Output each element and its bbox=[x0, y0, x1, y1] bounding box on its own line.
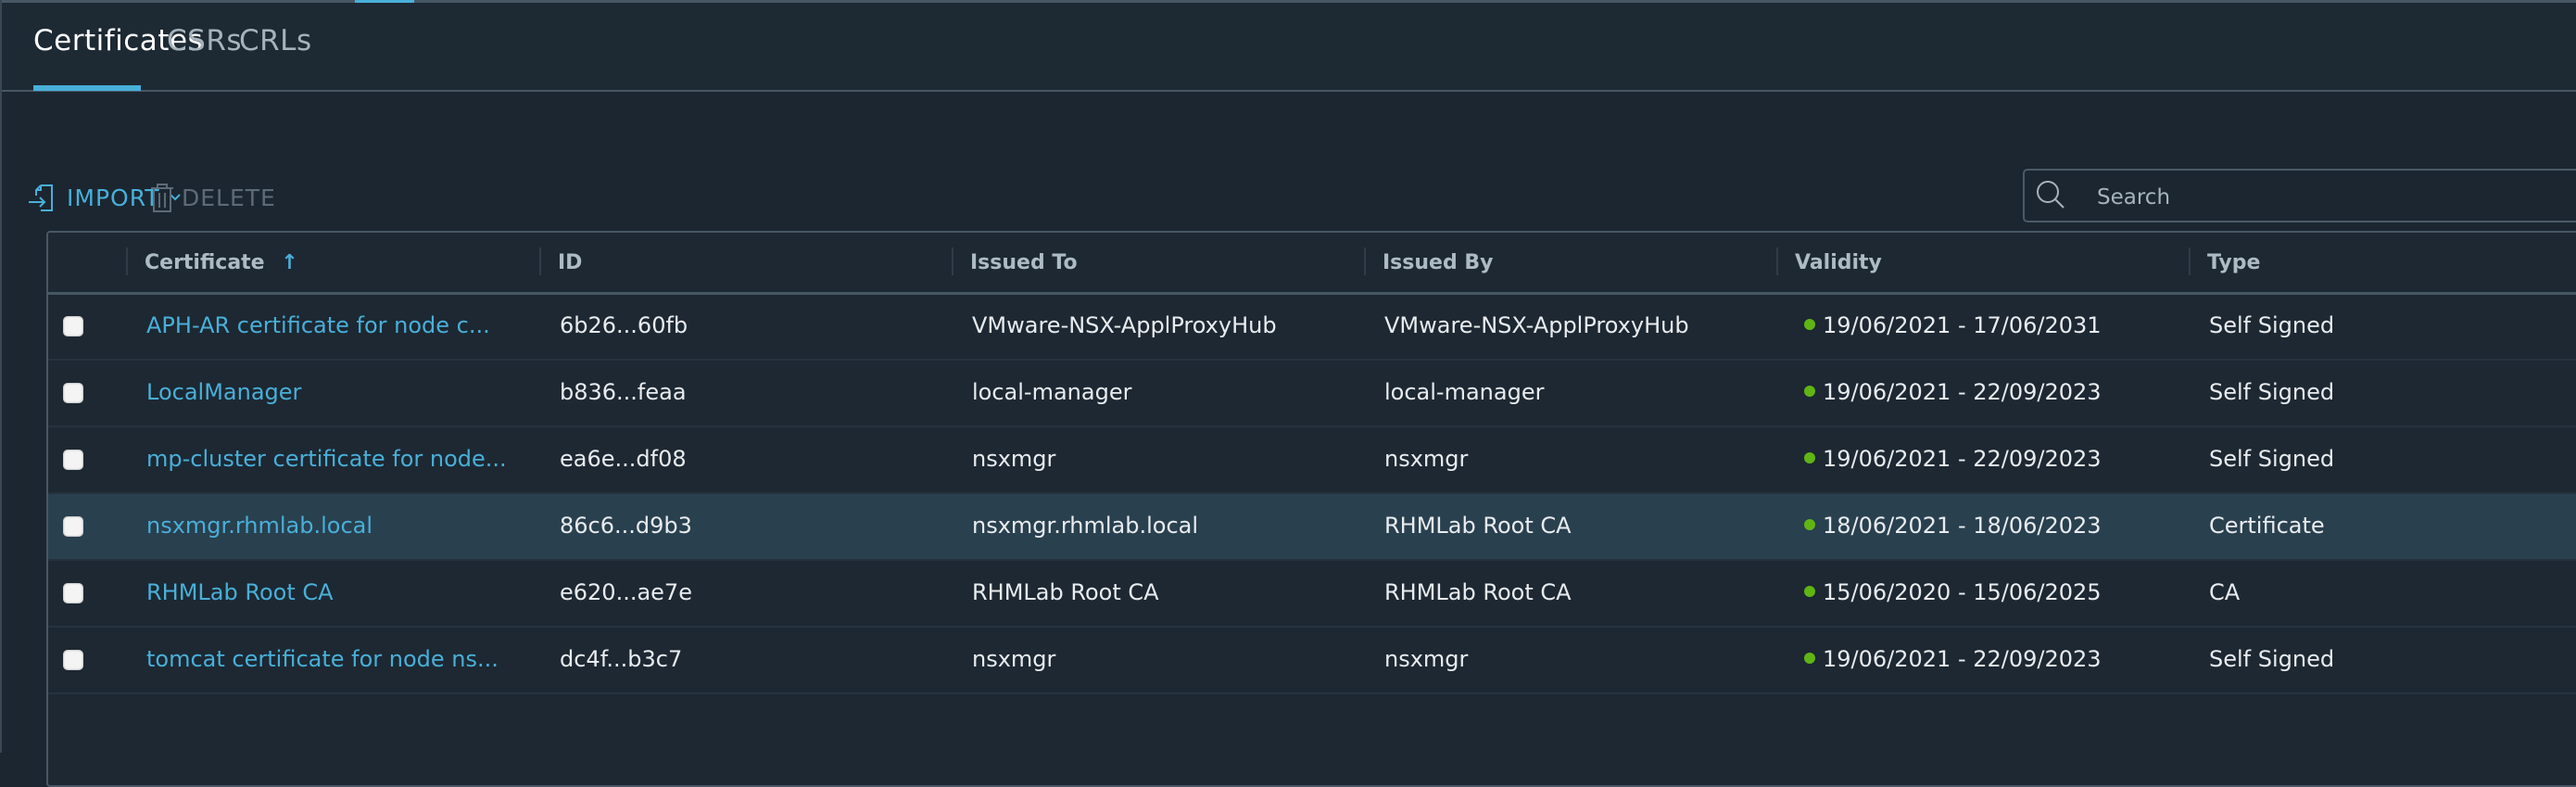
certificate-link[interactable]: LocalManager bbox=[146, 379, 301, 405]
issued-to: local-manager bbox=[972, 379, 1132, 405]
validity-range: 19/06/2021 - 22/09/2023 bbox=[1823, 379, 2102, 405]
valid-status-dot bbox=[1804, 452, 1815, 463]
table-row[interactable]: nsxmgr.rhmlab.local 86c6...d9b3 nsxmgr.rhm… bbox=[48, 494, 2576, 561]
column-header-validity[interactable]: Validity bbox=[1795, 251, 1882, 274]
trash-icon bbox=[151, 184, 173, 212]
issued-by: local-manager bbox=[1384, 379, 1545, 405]
active-tab-indicator bbox=[33, 85, 141, 91]
valid-status-dot bbox=[1804, 519, 1815, 530]
tab-bar: Certificates CSRs CRLs bbox=[0, 0, 2576, 92]
row-checkbox[interactable] bbox=[63, 650, 83, 670]
sort-ascending-icon[interactable]: ↑ bbox=[281, 251, 297, 274]
table-header: Certificate ↑ ID Issued To Issued By Val… bbox=[48, 233, 2576, 295]
import-icon bbox=[29, 184, 53, 211]
issued-to: nsxmgr.rhmlab.local bbox=[972, 513, 1199, 539]
delete-button[interactable]: DELETE bbox=[148, 182, 276, 213]
table-row[interactable]: tomcat certificate for node ns... dc4f...… bbox=[48, 628, 2576, 694]
column-separator bbox=[1776, 248, 1778, 275]
certificate-id: dc4f...b3c7 bbox=[560, 646, 683, 672]
certificate-id: 6b26...60fb bbox=[560, 312, 688, 338]
column-separator bbox=[952, 248, 953, 275]
certificate-link[interactable]: tomcat certificate for node ns... bbox=[146, 646, 499, 672]
column-header-certificate[interactable]: Certificate ↑ bbox=[145, 251, 298, 274]
certificate-id: e620...ae7e bbox=[560, 579, 692, 605]
column-header-issued-by[interactable]: Issued By bbox=[1383, 251, 1493, 274]
validity: 19/06/2021 - 22/09/2023 bbox=[1804, 446, 2102, 472]
column-header-label: Certificate bbox=[145, 251, 265, 274]
tab-csrs[interactable]: CSRs bbox=[167, 24, 242, 57]
column-header-issued-to[interactable]: Issued To bbox=[970, 251, 1078, 274]
column-separator bbox=[126, 248, 128, 275]
certificate-id: ea6e...df08 bbox=[560, 446, 687, 472]
issued-by: nsxmgr bbox=[1384, 446, 1469, 472]
certificate-type: Certificate bbox=[2209, 513, 2325, 539]
validity: 19/06/2021 - 22/09/2023 bbox=[1804, 379, 2102, 405]
row-checkbox[interactable] bbox=[63, 516, 83, 537]
certificate-link[interactable]: RHMLab Root CA bbox=[146, 579, 334, 605]
certificate-link[interactable]: nsxmgr.rhmlab.local bbox=[146, 513, 373, 539]
row-checkbox[interactable] bbox=[63, 583, 83, 603]
top-accent bbox=[355, 0, 414, 3]
validity-range: 19/06/2021 - 17/06/2031 bbox=[1823, 312, 2102, 338]
issued-by: RHMLab Root CA bbox=[1384, 513, 1572, 539]
validity-range: 15/06/2020 - 15/06/2025 bbox=[1823, 579, 2102, 605]
certificate-id: 86c6...d9b3 bbox=[560, 513, 692, 539]
tab-crls[interactable]: CRLs bbox=[239, 24, 312, 57]
row-checkbox[interactable] bbox=[63, 316, 83, 336]
validity-range: 19/06/2021 - 22/09/2023 bbox=[1823, 446, 2102, 472]
table-row[interactable]: APH-AR certificate for node c... 6b26...6… bbox=[48, 294, 2576, 361]
validity-range: 18/06/2021 - 18/06/2023 bbox=[1823, 513, 2102, 539]
issued-by: nsxmgr bbox=[1384, 646, 1469, 672]
certificate-type: Self Signed bbox=[2209, 446, 2335, 472]
validity-range: 19/06/2021 - 22/09/2023 bbox=[1823, 646, 2102, 672]
row-checkbox[interactable] bbox=[63, 450, 83, 470]
column-separator bbox=[1364, 248, 1366, 275]
import-label: IMPORT bbox=[67, 184, 160, 211]
table-row[interactable]: RHMLab Root CA e620...ae7e RHMLab Root CA R… bbox=[48, 561, 2576, 628]
validity: 18/06/2021 - 18/06/2023 bbox=[1804, 513, 2102, 539]
validity: 19/06/2021 - 17/06/2031 bbox=[1804, 312, 2102, 338]
certificate-link[interactable]: mp-cluster certificate for node... bbox=[146, 446, 507, 472]
certificate-link[interactable]: APH-AR certificate for node c... bbox=[146, 312, 490, 338]
certificate-type: Self Signed bbox=[2209, 646, 2335, 672]
certificate-type: Self Signed bbox=[2209, 312, 2335, 338]
search-input[interactable]: Search bbox=[2023, 169, 2576, 222]
issued-to: nsxmgr bbox=[972, 646, 1056, 672]
column-header-id[interactable]: ID bbox=[558, 251, 582, 274]
left-border bbox=[0, 0, 2, 753]
issued-by: RHMLab Root CA bbox=[1384, 579, 1572, 605]
certificate-id: b836...feaa bbox=[560, 379, 687, 405]
delete-label: DELETE bbox=[182, 184, 276, 211]
certificate-type: Self Signed bbox=[2209, 379, 2335, 405]
certificate-type: CA bbox=[2209, 579, 2241, 605]
certificates-table: Certificate ↑ ID Issued To Issued By Val… bbox=[46, 231, 2576, 787]
search-placeholder: Search bbox=[2097, 185, 2171, 209]
validity: 19/06/2021 - 22/09/2023 bbox=[1804, 646, 2102, 672]
issued-to: nsxmgr bbox=[972, 446, 1056, 472]
column-separator bbox=[2189, 248, 2191, 275]
column-separator bbox=[539, 248, 541, 275]
valid-status-dot bbox=[1804, 386, 1815, 397]
row-checkbox[interactable] bbox=[63, 383, 83, 403]
table-row[interactable]: mp-cluster certificate for node... ea6e..… bbox=[48, 427, 2576, 494]
search-icon bbox=[2037, 181, 2065, 209]
issued-by: VMware-NSX-ApplProxyHub bbox=[1384, 312, 1689, 338]
column-header-type[interactable]: Type bbox=[2207, 251, 2260, 274]
issued-to: RHMLab Root CA bbox=[972, 579, 1159, 605]
validity: 15/06/2020 - 15/06/2025 bbox=[1804, 579, 2102, 605]
issued-to: VMware-NSX-ApplProxyHub bbox=[972, 312, 1277, 338]
table-row[interactable]: LocalManager b836...feaa local-manager loca… bbox=[48, 361, 2576, 427]
valid-status-dot bbox=[1804, 653, 1815, 664]
valid-status-dot bbox=[1804, 586, 1815, 597]
valid-status-dot bbox=[1804, 319, 1815, 330]
